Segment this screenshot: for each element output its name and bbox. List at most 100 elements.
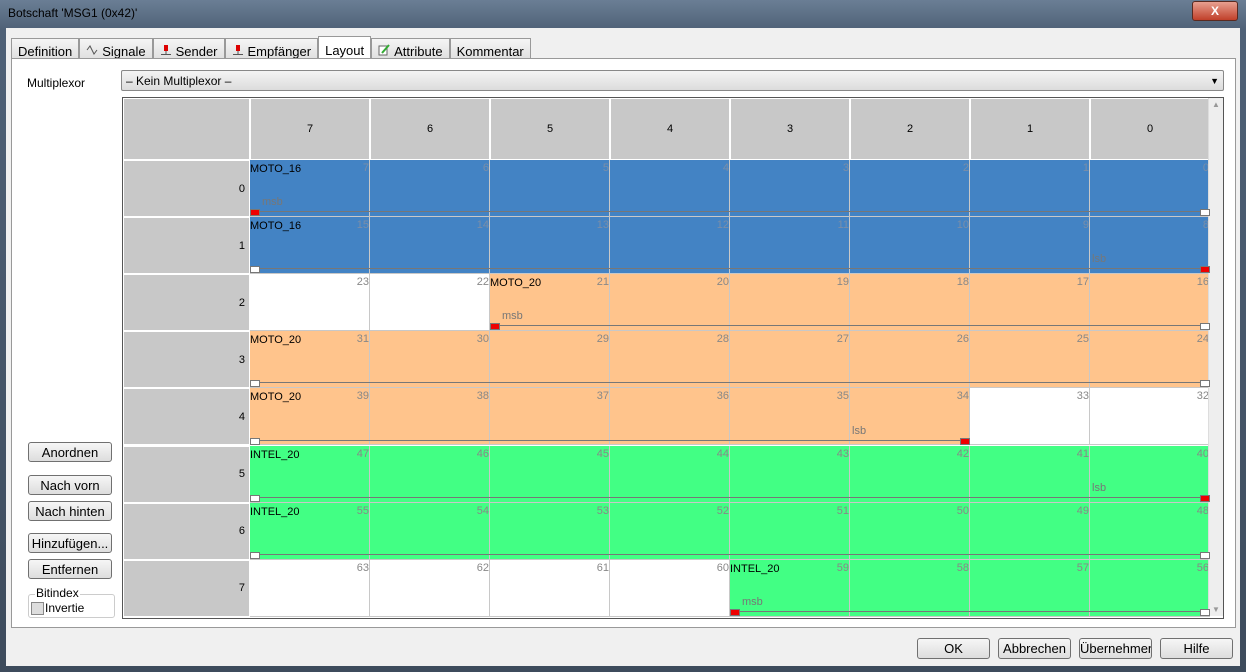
bit-cell[interactable]: 57 xyxy=(970,559,1090,617)
bit-cell[interactable]: 6 xyxy=(370,160,490,218)
bit-cell[interactable]: 54 xyxy=(370,502,490,560)
bit-cell[interactable]: 23 xyxy=(250,274,370,332)
send-backward-button[interactable]: Nach hinten xyxy=(28,501,112,521)
bit-cell[interactable]: 12 xyxy=(610,217,730,275)
row-header[interactable]: 7 xyxy=(123,559,250,617)
column-header[interactable]: 4 xyxy=(610,98,730,160)
bit-cell[interactable]: 43 xyxy=(730,445,850,503)
bit-cell[interactable]: 18 xyxy=(850,274,970,332)
column-header[interactable]: 0 xyxy=(1090,98,1210,160)
column-header[interactable]: 3 xyxy=(730,98,850,160)
bit-cell[interactable]: 4 xyxy=(610,160,730,218)
signal-label[interactable]: MOTO_20 xyxy=(250,334,301,346)
row-header[interactable]: 3 xyxy=(123,331,250,389)
bit-cell[interactable]: 28 xyxy=(610,331,730,389)
bit-cell[interactable]: 37 xyxy=(490,388,610,446)
bit-cell[interactable]: 36 xyxy=(610,388,730,446)
signal-label[interactable]: INTEL_20 xyxy=(250,449,300,461)
row-header[interactable]: 0 xyxy=(123,160,250,218)
bit-cell[interactable]: 27 xyxy=(730,331,850,389)
bit-cell[interactable]: 33 xyxy=(970,388,1090,446)
column-header[interactable]: 1 xyxy=(970,98,1090,160)
bit-cell[interactable]: 26 xyxy=(850,331,970,389)
bit-cell[interactable]: 2 xyxy=(850,160,970,218)
row-header[interactable]: 5 xyxy=(123,445,250,503)
bit-cell[interactable]: 22 xyxy=(370,274,490,332)
row-header[interactable]: 1 xyxy=(123,217,250,275)
bit-cell[interactable]: 0 xyxy=(1090,160,1210,218)
column-header[interactable]: 2 xyxy=(850,98,970,160)
tab-empfänger[interactable]: Empfänger xyxy=(224,38,319,60)
bit-cell[interactable]: 14 xyxy=(370,217,490,275)
bring-forward-button[interactable]: Nach vorn xyxy=(28,475,112,495)
remove-button[interactable]: Entfernen xyxy=(28,559,112,579)
tab-definition[interactable]: Definition xyxy=(11,38,80,60)
apply-button[interactable]: Übernehmen xyxy=(1079,638,1152,659)
bit-cell[interactable]: 46 xyxy=(370,445,490,503)
bit-cell[interactable]: 40 xyxy=(1090,445,1210,503)
bit-cell[interactable]: 48 xyxy=(1090,502,1210,560)
bit-cell[interactable]: 10 xyxy=(850,217,970,275)
bit-cell[interactable]: 25 xyxy=(970,331,1090,389)
multiplexor-select[interactable]: – Kein Multiplexor – ▼ xyxy=(121,70,1224,91)
bit-cell[interactable]: 35 xyxy=(730,388,850,446)
close-button[interactable]: X xyxy=(1192,1,1238,21)
bit-cell[interactable]: 29 xyxy=(490,331,610,389)
column-header[interactable]: 7 xyxy=(250,98,370,160)
row-header[interactable]: 6 xyxy=(123,502,250,560)
scroll-up-icon[interactable]: ▲ xyxy=(1212,100,1220,109)
tab-sender[interactable]: Sender xyxy=(152,38,225,60)
bit-cell[interactable]: 1 xyxy=(970,160,1090,218)
bit-cell[interactable]: 16 xyxy=(1090,274,1210,332)
invert-checkbox[interactable] xyxy=(31,602,44,615)
row-header[interactable]: 2 xyxy=(123,274,250,332)
cancel-button[interactable]: Abbrechen xyxy=(998,638,1071,659)
bit-cell[interactable]: 30 xyxy=(370,331,490,389)
bit-cell[interactable]: 11 xyxy=(730,217,850,275)
bit-cell[interactable]: 45 xyxy=(490,445,610,503)
bit-cell[interactable]: 3 xyxy=(730,160,850,218)
signal-label[interactable]: INTEL_20 xyxy=(730,563,780,575)
bit-cell[interactable]: 63 xyxy=(250,559,370,617)
bit-cell[interactable]: 32 xyxy=(1090,388,1210,446)
bit-cell[interactable]: 56 xyxy=(1090,559,1210,617)
bit-cell[interactable]: 24 xyxy=(1090,331,1210,389)
invert-checkbox-label[interactable]: Invertie xyxy=(45,601,84,615)
bit-layout-grid[interactable]: 7 6 5 4 3 2 1 0 0 7 6 5 4 3 2 1 0 MOTO_16 msb 1 15 14 13 12 11 10… xyxy=(122,97,1224,619)
bit-cell[interactable]: 49 xyxy=(970,502,1090,560)
bit-cell[interactable]: 50 xyxy=(850,502,970,560)
bit-cell[interactable]: 51 xyxy=(730,502,850,560)
signal-label[interactable]: MOTO_16 xyxy=(250,220,301,232)
bit-cell[interactable]: 9 xyxy=(970,217,1090,275)
bit-cell[interactable]: 53 xyxy=(490,502,610,560)
signal-label[interactable]: MOTO_20 xyxy=(250,391,301,403)
column-header[interactable]: 6 xyxy=(370,98,490,160)
bit-cell[interactable]: 62 xyxy=(370,559,490,617)
bit-cell[interactable]: 8 xyxy=(1090,217,1210,275)
help-button[interactable]: Hilfe xyxy=(1160,638,1233,659)
ok-button[interactable]: OK xyxy=(917,638,990,659)
bit-cell[interactable]: 44 xyxy=(610,445,730,503)
signal-label[interactable]: INTEL_20 xyxy=(250,506,300,518)
bit-cell[interactable]: 20 xyxy=(610,274,730,332)
scroll-down-icon[interactable]: ▼ xyxy=(1212,605,1220,614)
row-header[interactable]: 4 xyxy=(123,388,250,446)
tab-attribute[interactable]: Attribute xyxy=(371,38,450,60)
bit-cell[interactable]: 13 xyxy=(490,217,610,275)
bit-cell[interactable]: 17 xyxy=(970,274,1090,332)
tab-kommentar[interactable]: Kommentar xyxy=(449,38,531,60)
vertical-scrollbar[interactable]: ▲ ▼ xyxy=(1208,98,1223,616)
signal-label[interactable]: MOTO_16 xyxy=(250,163,301,175)
bit-cell[interactable]: 38 xyxy=(370,388,490,446)
bit-cell[interactable]: 61 xyxy=(490,559,610,617)
arrange-button[interactable]: Anordnen xyxy=(28,442,112,462)
bit-cell[interactable]: 41 xyxy=(970,445,1090,503)
tab-signale[interactable]: Signale xyxy=(79,38,153,60)
bit-cell[interactable]: 42 xyxy=(850,445,970,503)
bit-cell[interactable]: 60 xyxy=(610,559,730,617)
bit-cell[interactable]: 34 xyxy=(850,388,970,446)
column-header[interactable]: 5 xyxy=(490,98,610,160)
bit-cell[interactable]: 52 xyxy=(610,502,730,560)
signal-label[interactable]: MOTO_20 xyxy=(490,277,541,289)
add-button[interactable]: Hinzufügen... xyxy=(28,533,112,553)
